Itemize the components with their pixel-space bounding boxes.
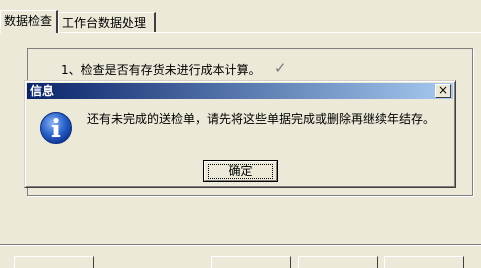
tab-workbench-data[interactable]: 工作台数据处理 xyxy=(58,12,156,32)
bottom-button-2[interactable] xyxy=(211,256,291,268)
bottom-button-3[interactable] xyxy=(298,256,378,268)
check-item-label: 1、检查是否有存货未进行成本计算。 xyxy=(61,63,261,77)
tab-data-check-label: 数据检查 xyxy=(4,14,53,28)
separator xyxy=(0,244,481,246)
dialog-message: 还有未完成的送检单，请先将这些单据完成或删除再继续年结存。 xyxy=(87,112,436,126)
ok-button[interactable]: 确定 xyxy=(203,160,278,182)
ok-button-bevel: 确定 xyxy=(204,161,277,181)
close-icon: × xyxy=(437,83,449,97)
tab-workbench-data-label: 工作台数据处理 xyxy=(62,16,147,30)
bottom-button-4[interactable] xyxy=(384,256,464,268)
info-icon xyxy=(40,112,72,144)
dialog-title: 信息 xyxy=(30,84,55,98)
close-button[interactable]: × xyxy=(435,84,451,98)
dialog-titlebar[interactable]: 信息 × xyxy=(27,83,453,99)
bottom-button-1[interactable] xyxy=(14,256,94,268)
tab-strip: 数据检查 工作台数据处理 xyxy=(0,0,481,33)
tab-data-check[interactable]: 数据检查 xyxy=(0,10,58,33)
ok-button-label: 确定 xyxy=(208,164,273,179)
info-dialog: 信息 × 还有未完成的送检单，请先将这些单据完成或删除再继续年结存。 确定 xyxy=(24,80,456,188)
checkmark-icon: ✓ xyxy=(274,59,287,77)
